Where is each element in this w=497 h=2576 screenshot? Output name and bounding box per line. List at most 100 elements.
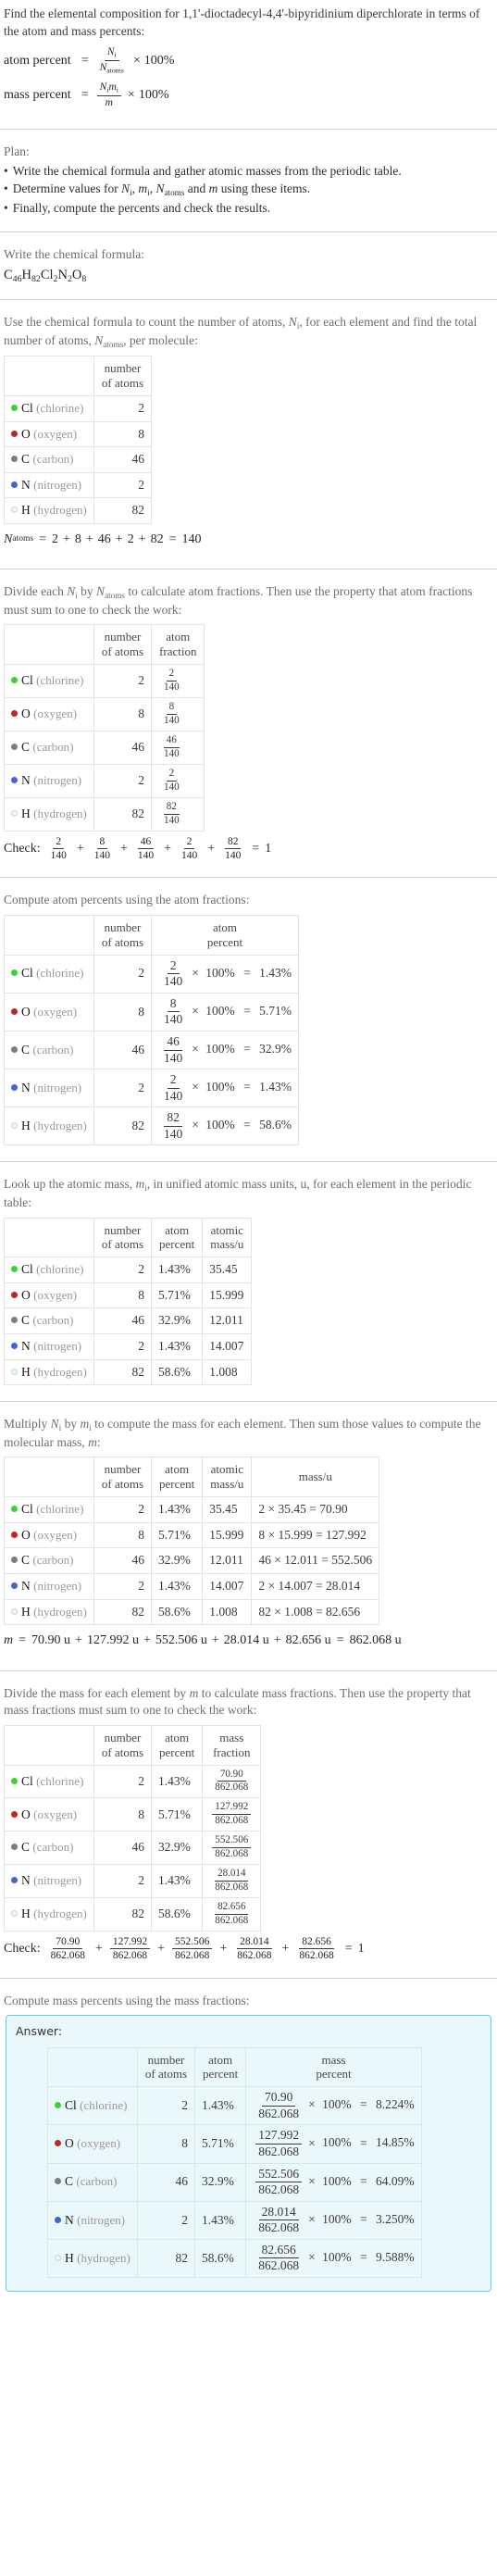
element-color-dot [11,1317,18,1324]
fraction: 552.506 862.068 [255,2167,303,2197]
element-color-dot [55,2140,61,2147]
element-color-dot [11,1582,18,1589]
element-symbol: O [21,1287,31,1302]
element-name: (hydrogen) [33,1604,87,1619]
atom-fraction: 82 140 [151,796,205,832]
mass-percent-table-body: Cl (chlorine) 2 1.43% 70.90 862.068 × 100% = … [47,2086,422,2279]
element-name: (oxygen) [33,707,78,721]
fraction: 2 140 [161,958,185,989]
fraction-denominator: 140 [164,781,180,793]
divider [0,1977,497,1979]
table-row: C (carbon) 46 32.9% 12.011 46 × 12.011 = 552… [4,1547,380,1574]
header-atom-percent: atom percent [151,914,300,956]
fraction: 552.506 862.068 [212,1834,252,1860]
table-row: H (hydrogen) 82 82 140 × 100% = 58.6% [4,1107,300,1146]
element-symbol: C [21,740,31,755]
element-cell: Cl (chlorine) [4,1257,94,1283]
element-name: (chlorine) [36,966,84,981]
fraction-denominator: 140 [93,849,110,861]
element-symbol: Cl [21,966,33,981]
term: 82.656 u [285,1633,331,1648]
fraction: 552.506 862.068 [172,1936,213,1962]
atom-count: 82 [93,1897,153,1932]
element-cell: O (oxygen) [4,1282,94,1309]
atomic-mass-section: Look up the atomic mass, mi, in unified … [0,1170,497,1393]
term: 8 [74,532,81,547]
atom-count: 8 [93,1797,153,1832]
atom-fraction-check: Check: 2 140 +8 140 +46 140 +2 140 +82 140 = 1 [4,835,272,861]
element-cell: N (nitrogen) [4,1864,94,1899]
element-cell: N (nitrogen) [4,1069,94,1108]
table-row: Cl (chlorine) 2 [4,394,153,422]
atom-percent-prompt: Compute atom percents using the atom fra… [4,893,250,907]
header-number-of-atoms: number of atoms [93,1724,153,1766]
atomic-mass: 14.007 [202,1572,253,1600]
formula-part-N: N2 [57,267,72,284]
table-row: H (hydrogen) 82 58.6% 1.008 82 × 1.008 = 82.… [4,1598,380,1626]
element-symbol: Cl [21,1502,33,1517]
element-cell: Cl (chlorine) [4,664,94,699]
fraction-denominator: 862.068 [258,2182,300,2197]
element-cell: H (hydrogen) [4,497,94,525]
fraction: 70.90 862.068 [48,1936,88,1962]
fraction: 46 140 [161,1034,185,1065]
header-atom-percent: atom percent [151,1724,204,1766]
table-header-row: number of atoms atom percent mass percent [47,2046,422,2088]
element-color-dot [11,1045,18,1053]
element-cell: O (oxygen) [4,1797,94,1832]
atom-percent-expr: 46 140 × 100% = 32.9% [151,1030,300,1070]
fraction-denominator: 862.068 [215,1882,249,1894]
table-row: N (nitrogen) 2 2 140 × 100% = 1.43% [4,1069,300,1108]
header-element [4,1457,94,1498]
question-text: Find the elemental composition for 1,1'-… [4,6,480,38]
mass-expression: 8 × 15.999 = 127.992 [251,1521,380,1549]
fraction: 82.656 862.068 [296,1936,336,1962]
fraction-numerator: 82.656 [215,1901,249,1915]
check-label: Check: [4,841,41,856]
element-color-dot [11,1291,18,1298]
atom-fraction: 2 140 [151,664,205,699]
atom-count: 2 [136,2200,196,2240]
element-cell: Cl (chlorine) [4,1496,94,1523]
term: 552.506 u [155,1633,207,1648]
check-result: 1 [265,841,272,856]
plan-title: Plan: [4,144,30,158]
atom-count: 82 [93,1598,153,1626]
mass-expression: 46 × 12.011 = 552.506 [251,1547,380,1574]
element-symbol: N [21,477,31,492]
table-row: N (nitrogen) 2 1.43% 28.014 862.068 × 100% = … [47,2200,422,2240]
element-color-dot [55,2102,61,2109]
atom-fraction-table: number of atoms atom fraction Cl (chlorine… [4,624,205,832]
table-row: H (hydrogen) 82 58.6% 1.008 [4,1358,253,1386]
element-color-dot [11,1007,18,1015]
fraction-numerator: 127.992 [255,2129,303,2145]
element-name: (oxygen) [77,2136,121,2151]
header-element [4,1217,94,1258]
fraction: 2 140 [161,768,182,794]
mass-percent-label: mass percent [4,87,71,102]
element-name: (chlorine) [36,1262,84,1277]
element-color-dot [11,1343,18,1350]
formula-part-H: H82 [21,267,41,284]
atom-count: 2 [93,1764,153,1799]
atom-count: 46 [136,2162,196,2202]
element-symbol: H [65,2250,74,2265]
element-color-dot [11,1531,18,1538]
fraction: 70.90 862.068 [212,1769,251,1794]
element-symbol: O [21,1527,31,1542]
atom-percent: 58.6% [151,1897,204,1932]
table-row: C (carbon) 46 46 140 [4,730,205,765]
element-cell: Cl (chlorine) [4,394,94,422]
fraction-denominator: 862.068 [258,2106,300,2120]
header-number-of-atoms: number of atoms [93,1457,153,1498]
atom-count: 2 [93,471,153,499]
element-symbol: Cl [21,673,33,688]
atom-count: 2 [93,1069,153,1108]
atom-count: 46 [93,446,153,473]
element-color-dot [11,677,18,684]
mass-percent-table: number of atoms atom percent mass percent C… [47,2046,422,2279]
mass-percent-section: Compute mass percents using the mass fra… [0,1987,497,2301]
element-name: (carbon) [32,452,74,467]
element-color-dot [11,1557,18,1564]
table-header-row: number of atoms atom percent mass fraction [4,1724,262,1766]
